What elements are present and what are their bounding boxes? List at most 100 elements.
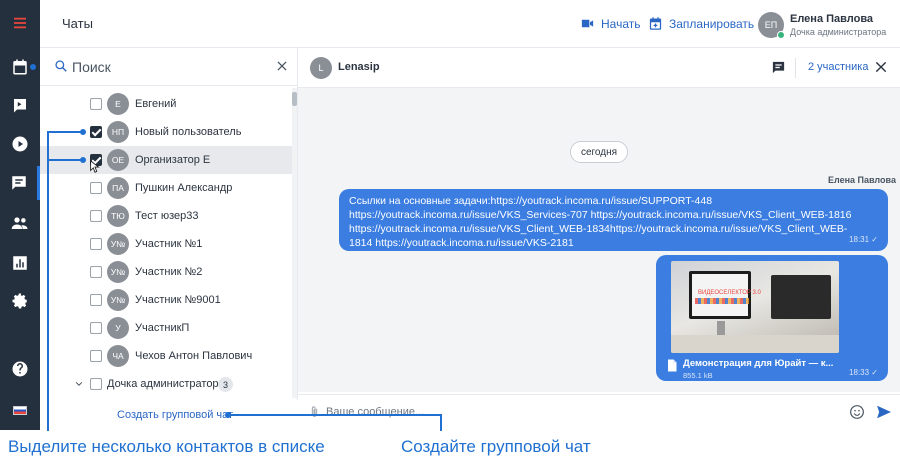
logo-text: ВИДЕОСЕЛЕКТОР 3.0 (698, 290, 761, 296)
video-camera-icon (581, 19, 594, 28)
settings-icon[interactable] (0, 284, 40, 318)
desk-surface (671, 335, 839, 353)
annotation-line (440, 414, 442, 431)
message-time: 18:33 ✓ (849, 368, 878, 377)
clear-search-icon[interactable] (275, 59, 289, 73)
send-icon[interactable] (876, 404, 892, 420)
contact-row[interactable]: У№ Участник №9001 (40, 286, 292, 314)
file-name[interactable]: Демонстрация для Юрайт — к... (683, 358, 833, 369)
scrollbar-track[interactable] (292, 88, 297, 398)
message-text-line[interactable]: https://youtrack.incoma.ru/issue/VKS_Ser… (349, 208, 878, 222)
contact-row[interactable]: ЧА Чехов Антон Павлович (40, 342, 292, 370)
contact-avatar: ЧА (107, 345, 129, 367)
contact-avatar: Е (107, 93, 129, 115)
contact-checkbox[interactable] (90, 294, 102, 306)
start-label: Начать (601, 16, 641, 31)
participants-link[interactable]: 2 участника (808, 61, 868, 73)
user-name: Елена Павлова (790, 13, 874, 25)
schedule-button[interactable]: Запланировать (648, 16, 754, 31)
message-text-line[interactable]: https://youtrack.incoma.ru/issue/VKS_Cli… (349, 222, 878, 236)
contact-checkbox[interactable] (90, 210, 102, 222)
calendar-add-icon (649, 17, 662, 30)
chat-icon[interactable] (0, 166, 40, 200)
file-size: 855.1 kB (683, 371, 713, 380)
chevron-down-icon[interactable] (74, 379, 84, 389)
group-checkbox[interactable] (90, 378, 102, 390)
contact-checkbox[interactable] (90, 266, 102, 278)
online-status-dot (777, 31, 785, 39)
contact-name: Новый пользователь (135, 126, 242, 138)
annotation-line (48, 131, 82, 133)
contact-row[interactable]: У№ Участник №2 (40, 258, 292, 286)
message-text-line[interactable]: Ссылки на основные задачи:https://youtra… (349, 194, 878, 208)
attach-icon[interactable] (308, 405, 321, 419)
contacts-panel: Е Евгений НП Новый пользователь ОЕ Организато… (40, 48, 298, 400)
contact-checkbox[interactable] (90, 350, 102, 362)
date-separator: сегодня (570, 141, 628, 163)
emoji-icon[interactable] (849, 404, 865, 420)
contacts-icon[interactable] (0, 206, 40, 240)
contact-row[interactable]: У УчастникП (40, 314, 292, 342)
stats-icon[interactable] (0, 246, 40, 280)
contact-checkbox[interactable] (90, 126, 102, 138)
header-divider (795, 58, 796, 78)
message-text-line[interactable]: 1814 https://youtrack.incoma.ru/issue/VK… (349, 236, 878, 250)
contact-avatar: ПА (107, 177, 129, 199)
message-bubble[interactable]: Ссылки на основные задачи:https://youtra… (339, 189, 888, 251)
contact-avatar: У№ (107, 261, 129, 283)
contact-checkbox[interactable] (90, 98, 102, 110)
flag-icon[interactable] (13, 406, 27, 415)
annotation-create-group: Создайте групповой чат (401, 437, 591, 456)
contact-name: Участник №1 (135, 238, 203, 250)
message-time: 18:31 ✓ (849, 235, 878, 244)
file-message-bubble[interactable]: ВИДЕОСЕЛЕКТОР 3.0 Демонстрация для Юрайт… (656, 255, 888, 381)
file-icon (668, 359, 677, 372)
contact-avatar: У№ (107, 289, 129, 311)
user-role: Дочка администратора (790, 27, 887, 37)
logo-mark (695, 298, 749, 304)
search-icon (55, 60, 67, 72)
contact-row[interactable]: ТЮ Тест юзер33 (40, 202, 292, 230)
play-icon[interactable] (0, 127, 40, 161)
chat-avatar: L (310, 57, 332, 79)
search-bar (40, 48, 298, 86)
contact-checkbox[interactable] (90, 182, 102, 194)
contact-row[interactable]: Е Евгений (40, 90, 292, 118)
video-icon[interactable] (0, 88, 40, 122)
help-icon[interactable] (0, 352, 40, 386)
contact-checkbox[interactable] (90, 322, 102, 334)
contact-row[interactable]: ПА Пушкин Александр (40, 174, 292, 202)
contact-avatar: У№ (107, 233, 129, 255)
sender-name: Елена Павлова (828, 175, 896, 185)
contact-avatar: НП (107, 121, 129, 143)
monitor-stand (717, 321, 725, 335)
create-group-chat-link[interactable]: Создать групповой чат (117, 409, 233, 421)
chat-name: Lenasip (338, 61, 380, 73)
annotation-dot (30, 64, 36, 70)
mouse-cursor-icon (90, 160, 100, 173)
contact-name: Организатор Е (135, 154, 211, 166)
file-preview-image[interactable]: ВИДЕОСЕЛЕКТОР 3.0 (671, 261, 839, 353)
contact-checkbox[interactable] (90, 238, 102, 250)
start-button[interactable]: Начать (580, 16, 641, 31)
monitor-image: ВИДЕОСЕЛЕКТОР 3.0 (689, 271, 761, 319)
schedule-label: Запланировать (669, 16, 755, 31)
message-input[interactable] (326, 403, 826, 421)
chat-header: L Lenasip 2 участника (298, 48, 900, 88)
scrollbar-thumb[interactable] (292, 92, 297, 106)
contact-name: Евгений (135, 98, 177, 110)
group-row[interactable]: Дочка администратора 3 (40, 370, 292, 398)
page-title: Чаты (62, 16, 93, 31)
annotation-line (48, 159, 82, 161)
contact-row[interactable]: У№ Участник №1 (40, 230, 292, 258)
group-name: Дочка администратора (107, 378, 225, 390)
contact-name: Участник №2 (135, 266, 203, 278)
close-icon[interactable] (874, 60, 888, 74)
top-bar: Чаты Начать Запланировать ЕП Елена Павло… (40, 0, 900, 48)
contact-name: УчастникП (135, 322, 190, 334)
message-icon[interactable] (771, 60, 786, 75)
menu-icon[interactable] (0, 6, 40, 40)
contact-name: Тест юзер33 (135, 210, 199, 222)
search-input[interactable] (72, 56, 262, 78)
contact-name: Участник №9001 (135, 294, 221, 306)
